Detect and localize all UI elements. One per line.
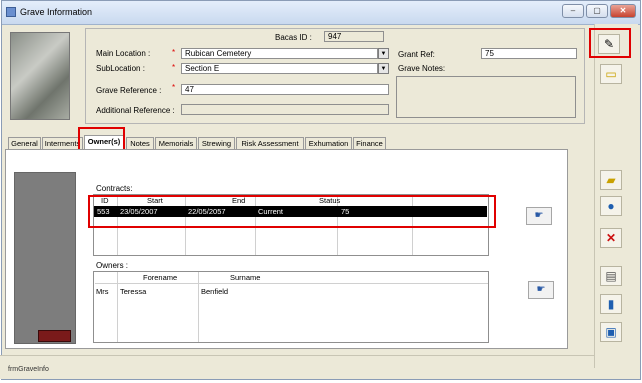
view-owner-button[interactable]: ☛	[528, 281, 554, 299]
print-button[interactable]: ▤	[600, 266, 622, 286]
tab-notes[interactable]: Notes	[126, 137, 154, 149]
maximize-button[interactable]: ▢	[586, 4, 608, 18]
app-icon	[6, 7, 16, 17]
new-record-button[interactable]: ▭	[600, 64, 622, 84]
delete-x-icon: ✕	[605, 231, 617, 245]
new-record-icon: ▭	[605, 67, 617, 81]
tab-general[interactable]: General	[8, 137, 41, 149]
globe-button[interactable]: ●	[600, 196, 622, 216]
owner-image-panel	[14, 172, 76, 344]
edit-button-highlight	[589, 28, 631, 58]
sublocation-label: SubLocation :	[96, 64, 145, 73]
contracts-label: Contracts:	[96, 184, 133, 193]
grave-photo	[10, 32, 70, 120]
form-name: frmGraveInfo	[8, 366, 49, 373]
sublocation-dropdown[interactable]: Section E	[181, 63, 378, 74]
grave-reference-required: *	[172, 83, 176, 92]
globe-icon: ●	[607, 199, 615, 213]
print-icon: ▤	[605, 269, 617, 283]
open-folder-button[interactable]: ▰	[600, 170, 622, 190]
pointing-hand-icon: ☛	[534, 210, 544, 221]
exit-door-icon: ▮	[607, 297, 615, 311]
additional-reference-label: Additional Reference :	[96, 106, 175, 115]
close-button[interactable]: ✕	[610, 4, 636, 18]
main-location-label: Main Location :	[96, 49, 151, 58]
owner-surname-cell: Benfield	[201, 287, 229, 296]
tab-interments[interactable]: Interments	[42, 137, 83, 149]
grant-ref-label: Grant Ref:	[398, 50, 435, 59]
contract-row-highlight	[88, 195, 496, 228]
tab-exhumation[interactable]: Exhumation	[305, 137, 352, 149]
grave-notes-label: Grave Notes:	[398, 64, 446, 73]
tab-risk-assessment[interactable]: Risk Assessment	[236, 137, 304, 149]
owner-panel-button[interactable]	[38, 330, 71, 342]
grant-ref-input[interactable]: 75	[481, 48, 577, 59]
grave-reference-input[interactable]: 47	[181, 84, 389, 95]
monitor-button[interactable]: ▣	[600, 322, 622, 342]
grave-reference-label: Grave Reference :	[96, 86, 162, 95]
owner-title-cell: Mrs	[96, 287, 109, 296]
owners-col-surname: Surname	[230, 273, 261, 282]
tab-strewing[interactable]: Strewing	[198, 137, 235, 149]
title-bar: Grave Information – ▢ ✕	[2, 1, 640, 25]
monitor-icon: ▣	[605, 325, 617, 339]
owners-label: Owners :	[96, 261, 129, 270]
tab-memorials[interactable]: Memorials	[155, 137, 197, 149]
delete-button[interactable]: ✕	[600, 228, 622, 248]
bacas-id-field: 947	[324, 31, 384, 42]
main-location-dropdown[interactable]: Rubican Cemetery	[181, 48, 378, 59]
view-contract-button[interactable]: ☛	[526, 207, 552, 225]
additional-reference-input[interactable]	[181, 104, 389, 115]
exit-button[interactable]: ▮	[600, 294, 622, 314]
chevron-down-icon[interactable]: ▼	[378, 63, 389, 74]
owner-forename-cell: Teressa	[120, 287, 147, 296]
owners-col-forename: Forename	[143, 273, 178, 282]
open-folder-icon: ▰	[606, 173, 616, 187]
chevron-down-icon[interactable]: ▼	[378, 48, 389, 59]
minimize-button[interactable]: –	[562, 4, 584, 18]
pointing-hand-icon: ☛	[536, 284, 546, 295]
status-bar	[0, 355, 594, 379]
bacas-id-label: Bacas ID :	[275, 33, 312, 42]
window-title: Grave Information	[20, 7, 93, 17]
main-location-required: *	[172, 48, 176, 57]
grave-notes-area[interactable]	[396, 76, 576, 118]
grid-header-divider	[95, 283, 488, 284]
tab-finance[interactable]: Finance	[353, 137, 386, 149]
sublocation-required: *	[172, 63, 176, 72]
